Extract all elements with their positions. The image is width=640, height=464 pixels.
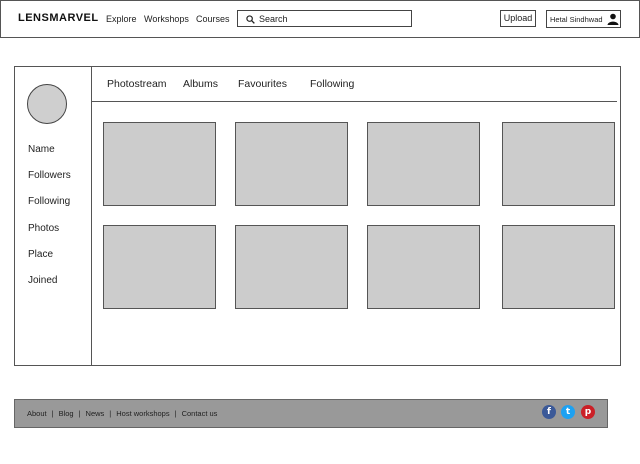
nav-workshops[interactable]: Workshops xyxy=(144,14,189,24)
pinterest-icon[interactable]: p xyxy=(581,405,595,419)
photo-thumbnail[interactable] xyxy=(367,225,480,309)
profile-panel: Name Followers Following Photos Place Jo… xyxy=(14,66,621,366)
top-header: LENSMARVEL Explore Workshops Courses Sea… xyxy=(0,0,640,38)
footer-link-host-workshops[interactable]: Host workshops xyxy=(116,409,169,418)
profile-followers[interactable]: Followers xyxy=(28,170,71,181)
facebook-icon[interactable]: f xyxy=(542,405,556,419)
photo-thumbnail[interactable] xyxy=(502,225,615,309)
profile-name: Name xyxy=(28,144,55,155)
footer-link-about[interactable]: About xyxy=(27,409,47,418)
tab-divider xyxy=(92,101,617,102)
photo-thumbnail[interactable] xyxy=(502,122,615,206)
tab-favourites[interactable]: Favourites xyxy=(238,78,287,90)
photo-thumbnail[interactable] xyxy=(235,225,348,309)
profile-sidebar: Name Followers Following Photos Place Jo… xyxy=(15,67,92,365)
photo-thumbnail[interactable] xyxy=(103,122,216,206)
user-menu[interactable]: Hetal Sindhwad xyxy=(546,10,621,28)
tab-following[interactable]: Following xyxy=(310,78,354,90)
search-input[interactable]: Search xyxy=(237,10,412,27)
photo-thumbnail[interactable] xyxy=(103,225,216,309)
brand-logo[interactable]: LENSMARVEL xyxy=(18,12,99,24)
profile-place: Place xyxy=(28,249,54,260)
user-icon xyxy=(607,13,619,25)
footer-links: About | Blog | News | Host workshops | Contact u… xyxy=(27,409,218,418)
photo-thumbnail[interactable] xyxy=(367,122,480,206)
page-footer: About | Blog | News | Host workshops | Contact u… xyxy=(14,399,608,428)
nav-explore[interactable]: Explore xyxy=(106,14,137,24)
search-placeholder: Search xyxy=(259,14,288,24)
profile-joined: Joined xyxy=(28,275,58,286)
tab-albums[interactable]: Albums xyxy=(183,78,218,90)
photo-thumbnail[interactable] xyxy=(235,122,348,206)
profile-photos[interactable]: Photos xyxy=(28,223,59,234)
tab-photostream[interactable]: Photostream xyxy=(107,78,167,90)
footer-link-contact-us[interactable]: Contact us xyxy=(182,409,218,418)
upload-button[interactable]: Upload xyxy=(500,10,536,27)
avatar[interactable] xyxy=(27,84,67,124)
search-icon xyxy=(246,15,255,24)
footer-link-blog[interactable]: Blog xyxy=(59,409,74,418)
twitter-icon[interactable]: t xyxy=(561,405,575,419)
footer-link-news[interactable]: News xyxy=(86,409,105,418)
user-name: Hetal Sindhwad xyxy=(550,15,603,24)
profile-following[interactable]: Following xyxy=(28,196,70,207)
nav-courses[interactable]: Courses xyxy=(196,14,230,24)
